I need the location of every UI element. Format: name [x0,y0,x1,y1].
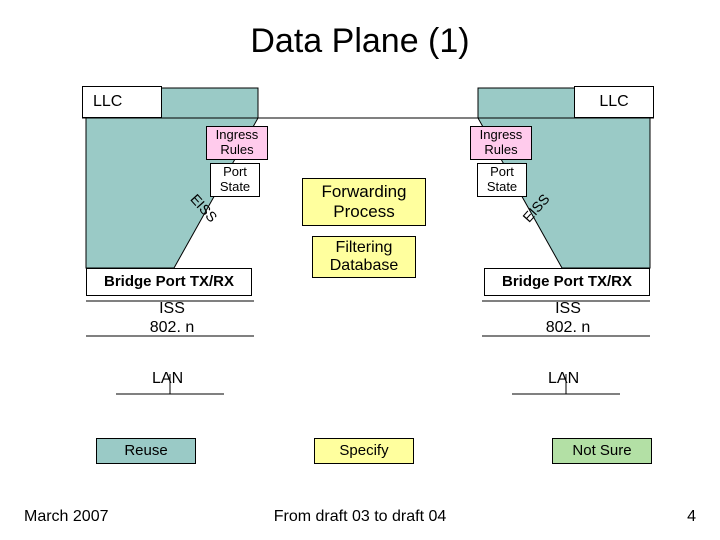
legend-not-sure: Not Sure [552,438,652,464]
bridge-port-right: Bridge Port TX/RX [484,268,650,296]
port-state-right: Port State [477,163,527,197]
ingress-rules-right: Ingress Rules [470,126,532,160]
legend-reuse: Reuse [96,438,196,464]
port-state-left: Port State [210,163,260,197]
lan-left: LAN [152,370,183,388]
bridge-port-left: Bridge Port TX/RX [86,268,252,296]
footer-text: From draft 03 to draft 04 [0,508,720,526]
iss-left: ISS 802. n [142,299,202,337]
lan-right: LAN [548,370,579,388]
filtering-database: Filtering Database [312,236,416,278]
llc-right: LLC [574,86,654,118]
ingress-rules-left: Ingress Rules [206,126,268,160]
llc-left: LLC [82,86,162,118]
forwarding-process: Forwarding Process [302,178,426,226]
iss-right: ISS 802. n [538,299,598,337]
page-number: 4 [687,508,696,526]
legend-specify: Specify [314,438,414,464]
